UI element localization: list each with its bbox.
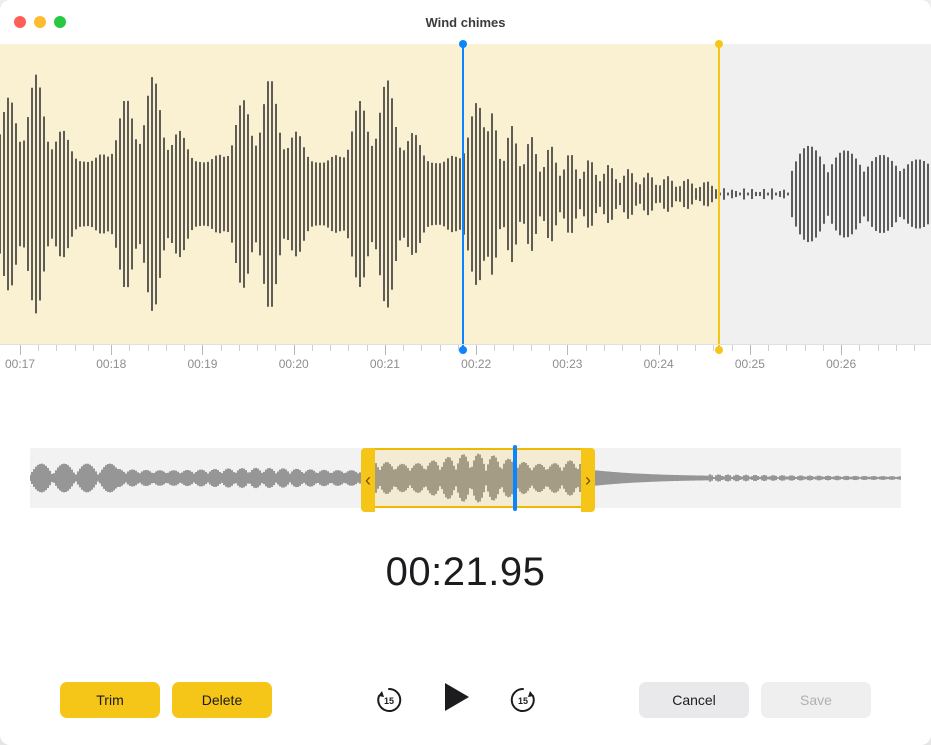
ruler-tick-minor: [695, 345, 696, 351]
ruler-tick-minor: [257, 345, 258, 351]
ruler-tick: [659, 345, 660, 355]
ruler-tick-minor: [440, 345, 441, 351]
ruler-tick: [385, 345, 386, 355]
overview-waveform[interactable]: ‹ › 00:00 00:40: [30, 448, 901, 528]
ruler-tick-minor: [367, 345, 368, 351]
ruler-tick-minor: [166, 345, 167, 351]
skip-back-label: 15: [383, 696, 393, 706]
ruler-label: 00:19: [187, 357, 217, 371]
right-button-group: Cancel Save: [639, 682, 871, 718]
ruler-label: 00:22: [461, 357, 491, 371]
ruler-tick: [20, 345, 21, 355]
trim-end-marker[interactable]: [718, 44, 720, 350]
ruler-tick-minor: [458, 345, 459, 351]
ruler-tick: [202, 345, 203, 355]
ruler-label: 00:17: [5, 357, 35, 371]
ruler-tick-minor: [348, 345, 349, 351]
skip-back-15-icon[interactable]: 15: [375, 686, 403, 714]
ruler-tick-minor: [148, 345, 149, 351]
app-window: Wind chimes 00:1700:1800:1900:2000:2100:…: [0, 0, 931, 745]
ruler-tick-minor: [786, 345, 787, 351]
ruler-tick-minor: [914, 345, 915, 351]
ruler-tick: [111, 345, 112, 355]
ruler-tick-minor: [275, 345, 276, 351]
ruler-label: 00:24: [644, 357, 674, 371]
play-button[interactable]: [439, 680, 473, 719]
ruler-tick-minor: [56, 345, 57, 351]
ruler-tick-minor: [823, 345, 824, 351]
ruler-tick-minor: [403, 345, 404, 351]
ruler-tick-minor: [421, 345, 422, 351]
ruler-label: 00:18: [96, 357, 126, 371]
ruler-tick-minor: [768, 345, 769, 351]
ruler-tick-minor: [330, 345, 331, 351]
ruler-label: 00:26: [826, 357, 856, 371]
skip-fwd-label: 15: [517, 696, 527, 706]
trim-selection-box[interactable]: ‹ ›: [373, 448, 583, 508]
ruler-tick-minor: [622, 345, 623, 351]
cancel-button[interactable]: Cancel: [639, 682, 749, 718]
ruler-tick-minor: [677, 345, 678, 351]
ruler-tick: [294, 345, 295, 355]
ruler-tick: [750, 345, 751, 355]
ruler-tick-minor: [129, 345, 130, 351]
ruler-tick-minor: [531, 345, 532, 351]
main-waveform[interactable]: [0, 44, 931, 344]
ruler-label: 00:20: [279, 357, 309, 371]
trim-handle-right[interactable]: ›: [581, 448, 595, 512]
overview-playhead[interactable]: [513, 445, 517, 511]
ruler-tick-minor: [805, 345, 806, 351]
ruler-tick-minor: [513, 345, 514, 351]
ruler-tick-minor: [494, 345, 495, 351]
ruler-label: 00:21: [370, 357, 400, 371]
ruler-tick: [567, 345, 568, 355]
ruler-tick-minor: [878, 345, 879, 351]
trim-button[interactable]: Trim: [60, 682, 160, 718]
ruler-tick-minor: [184, 345, 185, 351]
ruler-tick-minor: [549, 345, 550, 351]
titlebar: Wind chimes: [0, 0, 931, 44]
transport-controls: 15 15: [272, 680, 639, 719]
ruler-tick-minor: [896, 345, 897, 351]
waveform-graphic: [0, 44, 931, 344]
ruler-tick-minor: [93, 345, 94, 351]
ruler-tick-minor: [859, 345, 860, 351]
ruler-tick-minor: [640, 345, 641, 351]
ruler-label: 00:23: [552, 357, 582, 371]
ruler-tick: [841, 345, 842, 355]
controls: Trim Delete 15 15 Canc: [0, 680, 931, 719]
ruler-tick-minor: [38, 345, 39, 351]
ruler-label: 00:25: [735, 357, 765, 371]
delete-button[interactable]: Delete: [172, 682, 272, 718]
time-ruler: 00:17 00:18 00:19 00:20 00:21 00:22 00:23 00:24…: [0, 344, 931, 384]
ruler-tick: [476, 345, 477, 355]
skip-forward-15-icon[interactable]: 15: [509, 686, 537, 714]
ruler-tick-minor: [239, 345, 240, 351]
ruler-tick-minor: [75, 345, 76, 351]
window-title: Wind chimes: [0, 15, 931, 30]
ruler-tick-minor: [713, 345, 714, 351]
ruler-tick-minor: [732, 345, 733, 351]
timecode-display: 00:21.95: [0, 550, 931, 595]
ruler-tick-minor: [221, 345, 222, 351]
ruler-tick-minor: [312, 345, 313, 351]
ruler-tick-minor: [604, 345, 605, 351]
trim-handle-left[interactable]: ‹: [361, 448, 375, 512]
playhead[interactable]: [462, 44, 464, 350]
save-button[interactable]: Save: [761, 682, 871, 718]
ruler-tick-minor: [586, 345, 587, 351]
